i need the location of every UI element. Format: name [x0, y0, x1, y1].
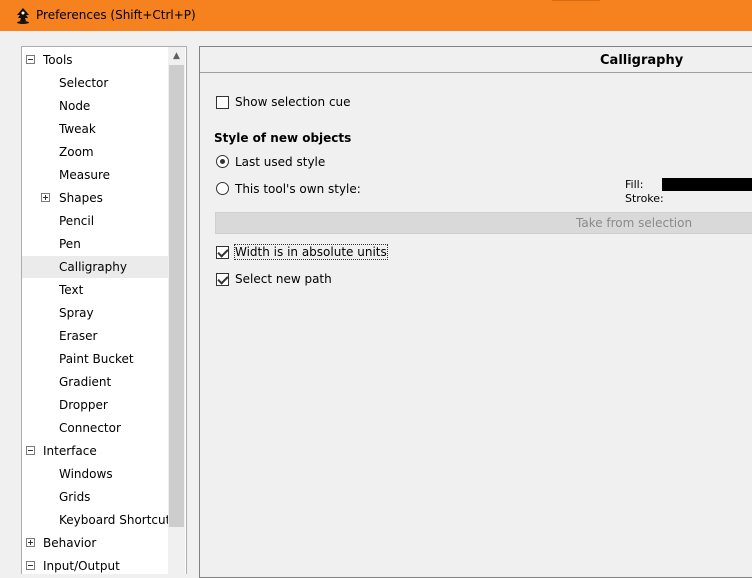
- tree-item-eraser[interactable]: Eraser: [22, 325, 168, 347]
- tree-item-label: Connector: [59, 421, 121, 435]
- tree-item-text[interactable]: Text: [22, 279, 168, 301]
- tree-item-grids[interactable]: Grids: [22, 486, 168, 508]
- tree-item-pen[interactable]: Pen: [22, 233, 168, 255]
- tree-item-label: Keyboard Shortcuts: [59, 513, 177, 527]
- own-style-label[interactable]: This tool's own style:: [235, 182, 361, 196]
- fill-label: Fill:: [625, 178, 644, 191]
- tree-item-keyboard-shortcuts[interactable]: Keyboard Shortcuts: [22, 509, 177, 531]
- tree-item-pencil[interactable]: Pencil: [22, 210, 168, 232]
- tree-scrollbar[interactable]: ▲: [168, 47, 185, 574]
- fill-swatch: [662, 178, 752, 191]
- tree-item-tools[interactable]: Tools: [22, 49, 168, 71]
- tree-item-paint-bucket[interactable]: Paint Bucket: [22, 348, 168, 370]
- tree-item-dropper[interactable]: Dropper: [22, 394, 168, 416]
- panel-header: Calligraphy: [200, 47, 752, 73]
- select-new-path-label[interactable]: Select new path: [235, 272, 332, 286]
- last-used-style-radio[interactable]: [216, 155, 229, 168]
- width-absolute-label[interactable]: Width is in absolute units: [234, 244, 388, 260]
- tree-item-label: Node: [59, 99, 91, 113]
- calligraphy-settings-panel: Calligraphy Show selection cue Style of …: [199, 46, 752, 578]
- collapse-minus-icon[interactable]: [26, 561, 35, 570]
- tree-item-label: Interface: [43, 444, 97, 458]
- expand-plus-icon[interactable]: [26, 538, 35, 547]
- tree-item-label: Windows: [59, 467, 113, 481]
- tree-item-label: Pen: [59, 237, 81, 251]
- tree-item-tweak[interactable]: Tweak: [22, 118, 168, 140]
- scroll-up-arrow-icon[interactable]: ▲: [168, 47, 185, 64]
- show-selection-cue-label[interactable]: Show selection cue: [235, 95, 351, 109]
- tree-item-measure[interactable]: Measure: [22, 164, 168, 186]
- tree-item-calligraphy[interactable]: Calligraphy: [22, 256, 168, 278]
- tree-item-label: Pencil: [59, 214, 95, 228]
- stroke-label: Stroke:: [625, 192, 664, 205]
- collapse-minus-icon[interactable]: [26, 446, 35, 455]
- tree-item-label: Dropper: [59, 398, 108, 412]
- tree-item-label: Spray: [59, 306, 94, 320]
- tree-item-zoom[interactable]: Zoom: [22, 141, 168, 163]
- tree-item-label: Eraser: [59, 329, 98, 343]
- style-section-title: Style of new objects: [214, 131, 352, 145]
- tree-item-input-output[interactable]: Input/Output: [22, 555, 168, 574]
- tree-item-spray[interactable]: Spray: [22, 302, 168, 324]
- tree-item-shapes[interactable]: Shapes: [22, 187, 168, 209]
- collapse-minus-icon[interactable]: [26, 55, 35, 64]
- own-style-radio[interactable]: [216, 182, 229, 195]
- window-title: Preferences (Shift+Ctrl+P): [36, 8, 196, 22]
- tree-item-selector[interactable]: Selector: [22, 72, 168, 94]
- tree-item-label: Selector: [59, 76, 109, 90]
- tree-item-label: Text: [59, 283, 84, 297]
- tree-item-label: Calligraphy: [59, 260, 127, 274]
- tree-item-gradient[interactable]: Gradient: [22, 371, 168, 393]
- width-absolute-checkbox[interactable]: [216, 246, 229, 259]
- tree-item-interface[interactable]: Interface: [22, 440, 168, 462]
- tree-item-label: Tweak: [59, 122, 96, 136]
- scrollbar-thumb[interactable]: [169, 65, 184, 527]
- show-selection-cue-checkbox[interactable]: [216, 96, 229, 109]
- expand-plus-icon[interactable]: [41, 193, 50, 202]
- last-used-style-label[interactable]: Last used style: [235, 155, 325, 169]
- tree-item-node[interactable]: Node: [22, 95, 168, 117]
- tree-item-label: Input/Output: [43, 559, 120, 573]
- tree-item-label: Behavior: [43, 536, 97, 550]
- tree-item-label: Grids: [59, 490, 91, 504]
- tree-item-connector[interactable]: Connector: [22, 417, 168, 439]
- tree-item-label: Measure: [59, 168, 110, 182]
- tree-item-label: Shapes: [59, 191, 103, 205]
- take-from-selection-button[interactable]: Take from selection: [215, 212, 752, 234]
- tree-item-label: Tools: [43, 53, 73, 67]
- take-from-selection-label: Take from selection: [576, 216, 693, 230]
- page-title: Calligraphy: [600, 53, 684, 68]
- inkscape-logo-icon: [17, 8, 29, 24]
- tree-item-label: Gradient: [59, 375, 112, 389]
- preferences-tree[interactable]: Tools Selector Node Tweak Zoom Measure Shapes P…: [21, 46, 187, 574]
- select-new-path-checkbox[interactable]: [216, 273, 229, 286]
- window-titlebar[interactable]: Preferences (Shift+Ctrl+P): [0, 0, 752, 31]
- tree-item-behavior[interactable]: Behavior: [22, 532, 168, 554]
- tree-item-label: Zoom: [59, 145, 94, 159]
- titlebar-edge: [552, 0, 600, 4]
- tree-item-windows[interactable]: Windows: [22, 463, 168, 485]
- tree-item-label: Paint Bucket: [59, 352, 134, 366]
